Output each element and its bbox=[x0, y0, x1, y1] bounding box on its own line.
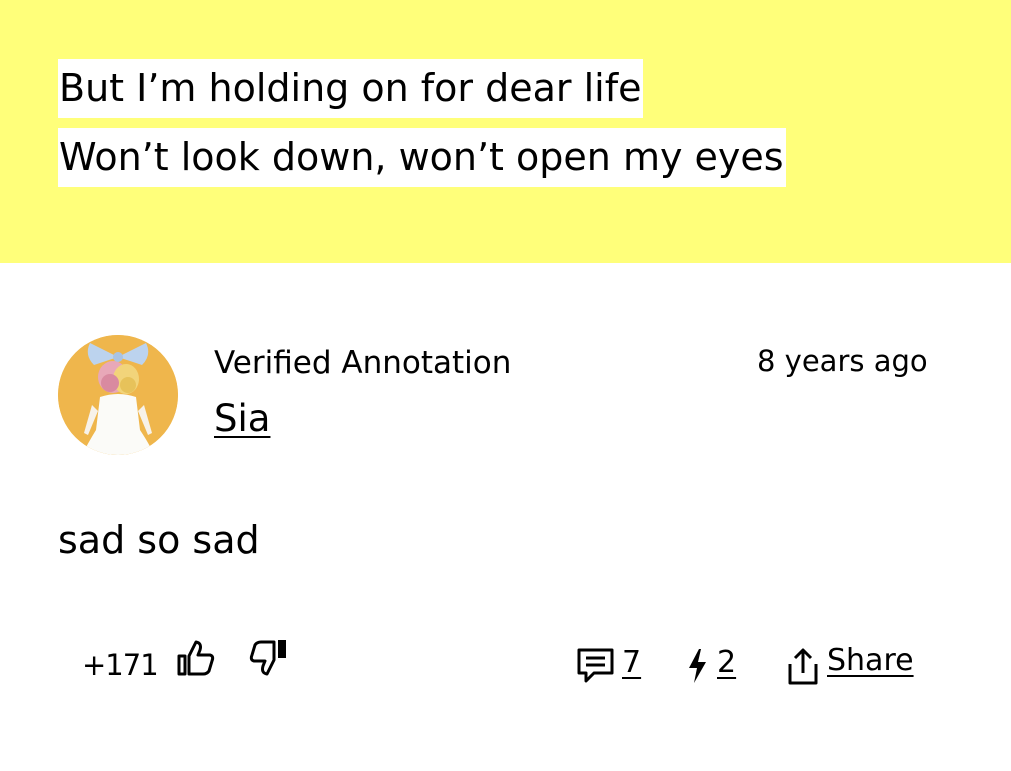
annotation-timestamp: 8 years ago bbox=[757, 344, 928, 378]
vote-count: +171 bbox=[82, 648, 159, 682]
thumbs-up-icon[interactable] bbox=[176, 638, 216, 678]
comment-icon[interactable] bbox=[576, 645, 616, 685]
lyric-line[interactable]: Won’t look down, won’t open my eyes bbox=[58, 128, 786, 187]
pyong-count[interactable]: 2 bbox=[717, 645, 736, 681]
author-link[interactable]: Sia bbox=[214, 396, 270, 442]
lyrics-highlight-panel: But I’m holding on for dear life Won’t l… bbox=[0, 0, 1011, 263]
artist-avatar-image bbox=[58, 335, 178, 455]
share-icon[interactable] bbox=[786, 646, 820, 686]
verified-annotation-label: Verified Annotation bbox=[214, 345, 512, 381]
lyric-line[interactable]: But I’m holding on for dear life bbox=[58, 59, 644, 118]
author-avatar[interactable] bbox=[58, 335, 178, 455]
thumbs-down-icon[interactable] bbox=[248, 636, 288, 676]
annotation-body: sad so sad bbox=[58, 518, 260, 562]
share-button[interactable]: Share bbox=[827, 643, 914, 679]
lightning-icon[interactable] bbox=[686, 647, 708, 685]
comments-count[interactable]: 7 bbox=[622, 645, 641, 681]
